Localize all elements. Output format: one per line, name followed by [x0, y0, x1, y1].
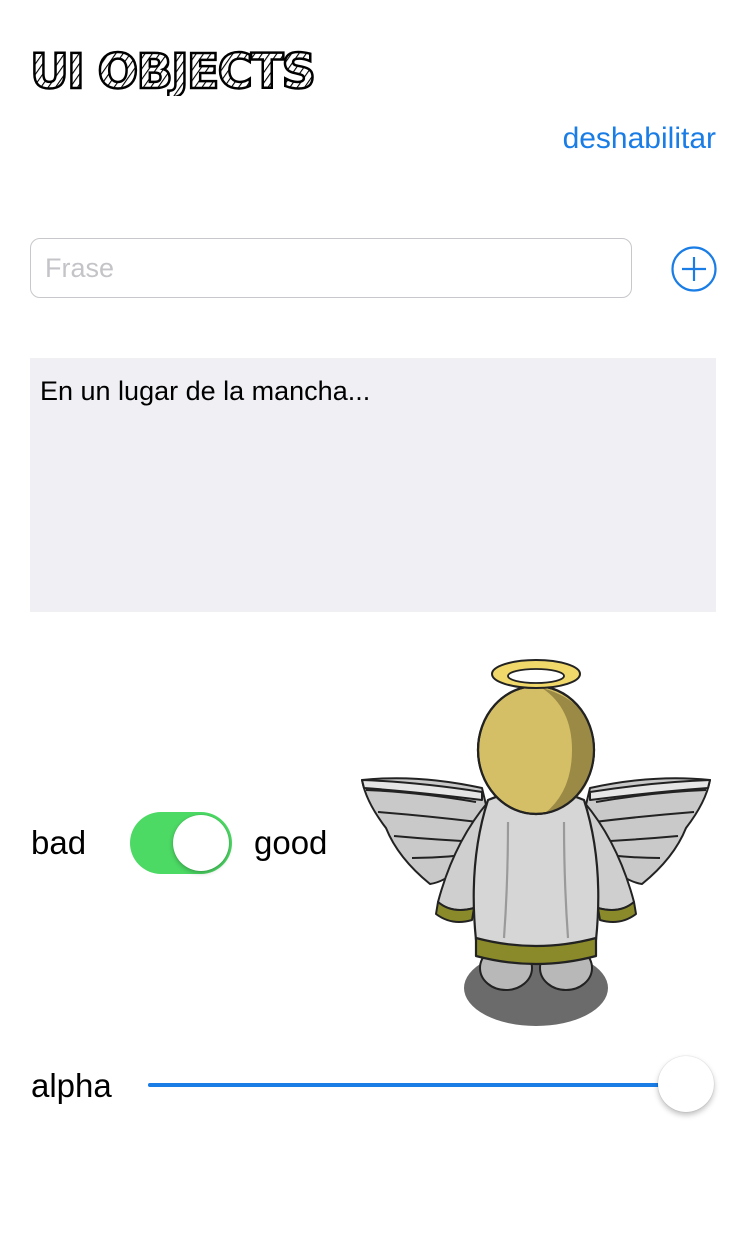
add-button[interactable]	[670, 245, 718, 293]
disable-button[interactable]: deshabilitar	[563, 120, 716, 158]
switch-right-label: good	[254, 824, 328, 861]
switch-left-label: bad	[31, 824, 87, 861]
text-view-content: En un lugar de la mancha...	[40, 376, 371, 406]
plus-circle-icon	[670, 246, 718, 296]
slider-fill	[148, 1083, 686, 1087]
phrase-input[interactable]	[30, 238, 632, 298]
app-logo: UI OBJECTS	[28, 42, 368, 96]
slider-label: alpha	[31, 1067, 112, 1104]
svg-text:UI OBJECTS: UI OBJECTS	[30, 44, 314, 96]
text-view[interactable]: En un lugar de la mancha...	[30, 358, 716, 612]
switch-knob	[173, 815, 229, 871]
angel-image	[358, 652, 714, 1032]
good-bad-switch[interactable]	[130, 812, 232, 874]
alpha-slider[interactable]	[148, 1056, 714, 1114]
slider-thumb[interactable]	[658, 1056, 714, 1112]
